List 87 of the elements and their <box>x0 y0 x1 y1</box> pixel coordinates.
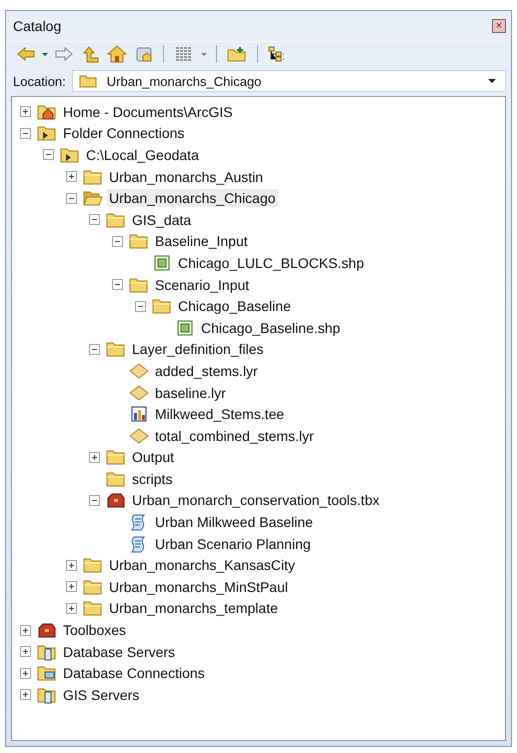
tree-item[interactable]: C:\Local_Geodata <box>84 146 201 164</box>
folder-icon <box>106 470 126 488</box>
expand-icon[interactable] <box>20 689 31 700</box>
forward-icon[interactable] <box>55 46 73 62</box>
collapse-icon[interactable] <box>20 128 31 139</box>
tree-item[interactable]: Urban_monarchs_KansasCity <box>107 556 297 574</box>
tree-item[interactable]: Urban_monarchs_MinStPaul <box>107 578 290 596</box>
expand-icon[interactable] <box>66 560 77 571</box>
tree-item[interactable]: Chicago_Baseline <box>176 297 293 316</box>
folder-icon <box>129 276 149 294</box>
collapse-icon[interactable] <box>89 214 100 226</box>
folder-icon <box>83 599 103 618</box>
server-icon <box>37 686 57 704</box>
collapse-icon[interactable] <box>66 192 77 204</box>
expand-icon[interactable] <box>66 602 77 614</box>
tree-item[interactable]: added_stems.lyr <box>153 362 260 380</box>
location-field[interactable]: Urban_monarchs_Chicago <box>72 70 506 92</box>
diamond-icon <box>129 362 149 380</box>
close-button[interactable]: × <box>492 19 506 33</box>
bar-chart-icon <box>129 405 149 424</box>
tree-item[interactable]: Urban Milkweed Baseline <box>153 513 315 532</box>
window-title: Catalog <box>12 18 62 34</box>
list-view-icon[interactable] <box>174 46 194 62</box>
diamond-icon <box>129 426 149 445</box>
tree-item[interactable]: Folder Connections <box>61 124 186 142</box>
toolbox-icon <box>37 621 57 640</box>
tree-item[interactable]: Home - Documents\ArcGIS <box>61 102 235 121</box>
tree-item[interactable]: Urban_monarch_conservation_tools.tbx <box>130 491 382 510</box>
shapefile-icon <box>152 254 172 272</box>
tree-item[interactable]: Urban_monarchs_template <box>107 599 280 618</box>
tree-item[interactable]: Milkweed_Stems.tee <box>153 405 286 424</box>
shapefile-icon <box>175 318 195 337</box>
expand-icon[interactable] <box>20 624 31 636</box>
home-icon[interactable] <box>107 45 127 63</box>
tree-view-icon[interactable] <box>268 46 286 62</box>
home-folder-icon <box>37 102 57 121</box>
tree-item[interactable]: GIS Servers <box>61 686 142 704</box>
tree-item[interactable]: Scenario_Input <box>153 276 252 294</box>
collapse-icon[interactable] <box>43 149 54 160</box>
folder-icon <box>106 448 126 466</box>
database-home-icon[interactable] <box>135 45 153 63</box>
folder-icon <box>83 556 103 574</box>
tree-item[interactable]: Urban_monarchs_Austin <box>107 168 266 186</box>
tree-item[interactable]: GIS_data <box>130 210 194 229</box>
new-folder-icon[interactable] <box>227 46 247 62</box>
expand-icon[interactable] <box>66 581 77 592</box>
back-icon[interactable] <box>17 46 35 62</box>
location-label: Location: <box>12 74 66 88</box>
tree-item[interactable]: baseline.lyr <box>153 384 228 402</box>
server-icon <box>37 642 57 661</box>
toolbox-icon <box>106 491 126 510</box>
tree-item[interactable]: total_combined_stems.lyr <box>153 426 316 445</box>
collapse-icon[interactable] <box>112 236 123 247</box>
collapse-icon[interactable] <box>112 279 123 290</box>
collapse-icon[interactable] <box>135 300 146 312</box>
tree-item[interactable]: Chicago_Baseline.shp <box>199 318 342 337</box>
expand-icon[interactable] <box>20 106 31 118</box>
tree-item[interactable]: Database Connections <box>61 664 207 682</box>
folder-icon <box>106 340 126 358</box>
tree-item[interactable]: Urban_monarchs_Chicago <box>107 189 278 208</box>
folder-icon <box>152 297 172 316</box>
folder-connection-icon <box>37 124 57 142</box>
folder-icon <box>83 168 103 186</box>
expand-icon[interactable] <box>20 668 31 679</box>
folder-icon <box>78 73 97 89</box>
expand-icon[interactable] <box>66 171 77 182</box>
tree-item[interactable]: Baseline_Input <box>153 232 250 250</box>
up-arrow-icon[interactable] <box>81 45 99 63</box>
tree-item[interactable]: Database Servers <box>61 642 178 661</box>
diamond-icon <box>129 384 149 402</box>
tree-item[interactable]: Urban Scenario Planning <box>153 534 313 553</box>
folder-icon <box>106 210 126 229</box>
tree-item[interactable]: Chicago_LULC_BLOCKS.shp <box>176 254 366 272</box>
folder-icon <box>129 232 149 250</box>
folder-connection-icon <box>60 146 80 164</box>
database-connection-icon <box>37 664 57 682</box>
tree-item[interactable]: Layer_definition_files <box>130 340 266 358</box>
tree-item[interactable]: scripts <box>130 470 174 488</box>
tree-item[interactable]: Toolboxes <box>61 621 128 640</box>
dropdown-caret-icon[interactable] <box>487 77 497 85</box>
collapse-icon[interactable] <box>89 344 100 355</box>
folder-icon <box>83 578 103 596</box>
tree-item[interactable]: Output <box>130 448 176 466</box>
expand-icon[interactable] <box>20 646 31 658</box>
collapse-icon[interactable] <box>89 494 100 506</box>
expand-icon[interactable] <box>89 452 100 463</box>
open-folder-icon <box>83 189 103 208</box>
